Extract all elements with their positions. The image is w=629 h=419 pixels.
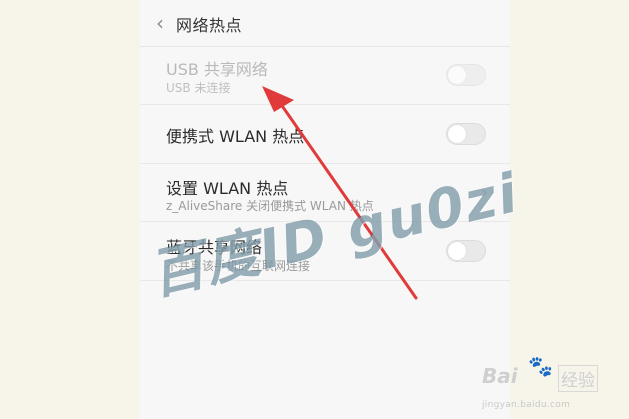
paw-icon: 🐾 [528, 354, 553, 378]
logo-brand-suffix: 经验 [558, 365, 598, 392]
screenshot-stage: ‹ 网络热点 USB 共享网络 USB 未连接 便携式 WLAN 热点 设置 W… [0, 0, 629, 419]
logo-url: jingyan.baidu.com [482, 400, 571, 410]
logo-brand: Bai [482, 364, 518, 388]
baidu-jingyan-logo: Bai 🐾 经验 jingyan.baidu.com [480, 354, 625, 414]
